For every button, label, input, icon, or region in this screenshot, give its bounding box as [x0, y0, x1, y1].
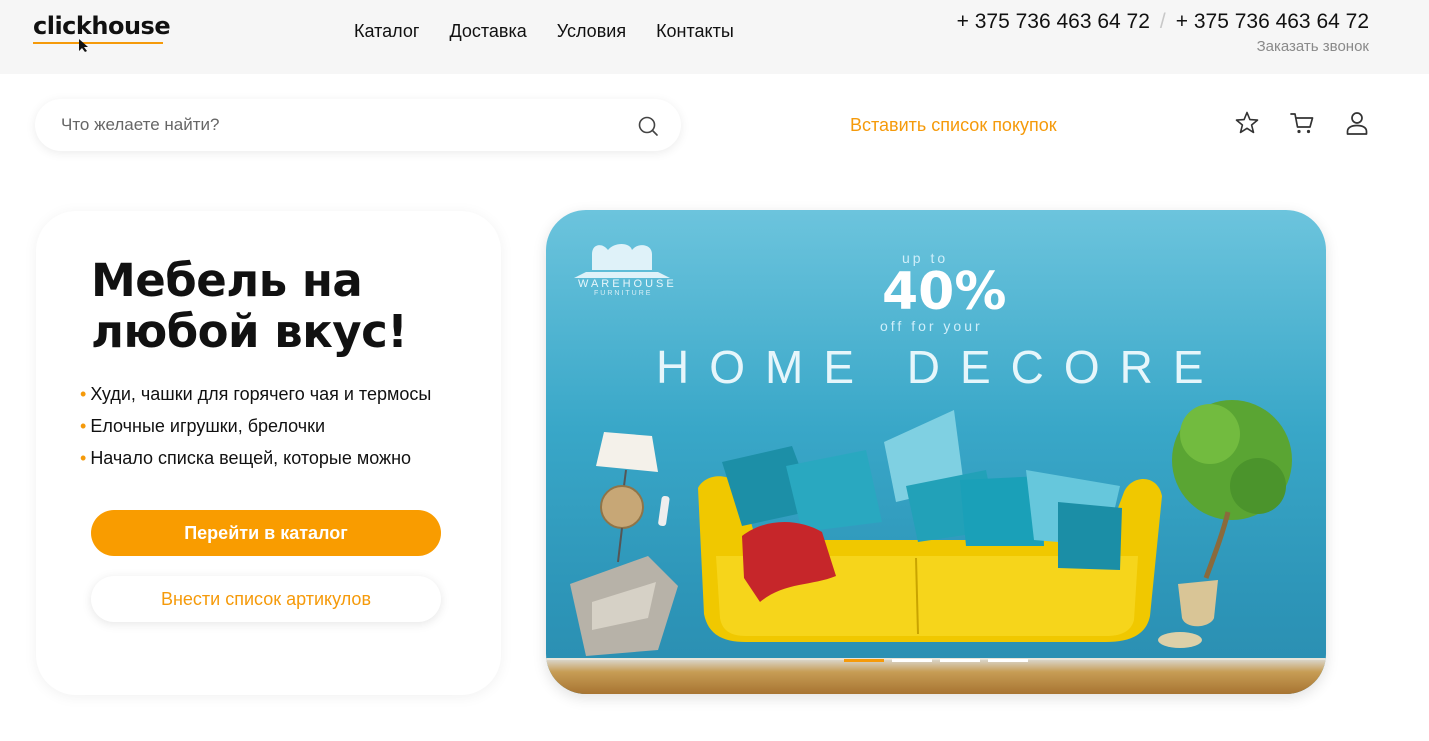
- callback-link[interactable]: Заказать звонок: [1257, 38, 1369, 55]
- warehouse-brand-subtext: FURNITURE: [594, 290, 653, 297]
- go-to-catalog-button[interactable]: Перейти в каталог: [91, 510, 441, 556]
- main-nav: Каталог Доставка Условия Контакты: [354, 21, 734, 42]
- slider-dot-3[interactable]: [940, 659, 980, 662]
- cart-icon[interactable]: [1289, 110, 1315, 136]
- bullet-dot: •: [80, 384, 87, 404]
- slider-dot-2[interactable]: [892, 659, 932, 662]
- promo-title: Мебель на любой вкус!: [91, 254, 408, 358]
- star-icon[interactable]: [1234, 110, 1260, 136]
- search-icon[interactable]: [637, 115, 659, 137]
- top-bar: clickhouse Каталог Доставка Условия Конт…: [0, 0, 1429, 74]
- logo-underline: [33, 42, 163, 44]
- cursor-icon: [79, 39, 88, 52]
- nav-contacts[interactable]: Контакты: [656, 21, 734, 42]
- banner-headline: HOME DECORE: [656, 341, 1224, 393]
- list-item: • Худи, чашки для горячего чая и термосы: [80, 378, 431, 410]
- promo-card: Мебель на любой вкус! • Худи, чашки для г…: [36, 211, 501, 695]
- warehouse-brand-text: WAREHOUSE: [578, 278, 677, 290]
- phone-link-2[interactable]: + 375 736 463 64 72: [1176, 10, 1369, 33]
- nav-catalog[interactable]: Каталог: [354, 21, 419, 42]
- user-icon[interactable]: [1344, 110, 1370, 136]
- enter-sku-list-button[interactable]: Внести список артикулов: [91, 576, 441, 622]
- banner-floor: [546, 660, 1326, 694]
- slider-dot-1[interactable]: [844, 659, 884, 662]
- phone-link-1[interactable]: + 375 736 463 64 72: [957, 10, 1150, 33]
- bullet-text: Елочные игрушки, брелочки: [90, 416, 326, 436]
- banner-off-for-text: off for your: [880, 318, 983, 334]
- bullet-dot: •: [80, 448, 87, 468]
- list-item: • Начало списка вещей, которые можно: [80, 442, 431, 474]
- logo-text: clickhouse: [33, 12, 171, 40]
- bullet-dot: •: [80, 416, 87, 436]
- search-bar: [35, 99, 681, 151]
- slider-dot-4[interactable]: [988, 659, 1028, 662]
- phone-numbers: + 375 736 463 64 72 / + 375 736 463 64 72: [957, 10, 1369, 34]
- list-item: • Елочные игрушки, брелочки: [80, 410, 431, 442]
- promo-bullet-list: • Худи, чашки для горячего чая и термосы …: [80, 378, 431, 474]
- phone-separator: /: [1159, 10, 1166, 33]
- bullet-text: Начало списка вещей, которые можно: [90, 448, 412, 468]
- nav-delivery[interactable]: Доставка: [449, 21, 526, 42]
- paste-shopping-list-link[interactable]: Вставить список покупок: [850, 115, 1057, 136]
- bullet-text: Худи, чашки для горячего чая и термосы: [90, 384, 432, 404]
- site-logo[interactable]: clickhouse: [33, 12, 171, 52]
- promo-banner[interactable]: WAREHOUSE FURNITURE up to 40% off for yo…: [546, 210, 1326, 694]
- banner-discount: 40%: [882, 262, 1007, 322]
- slider-pagination: [844, 659, 1028, 662]
- nav-terms[interactable]: Условия: [557, 21, 626, 42]
- search-input[interactable]: [61, 113, 621, 137]
